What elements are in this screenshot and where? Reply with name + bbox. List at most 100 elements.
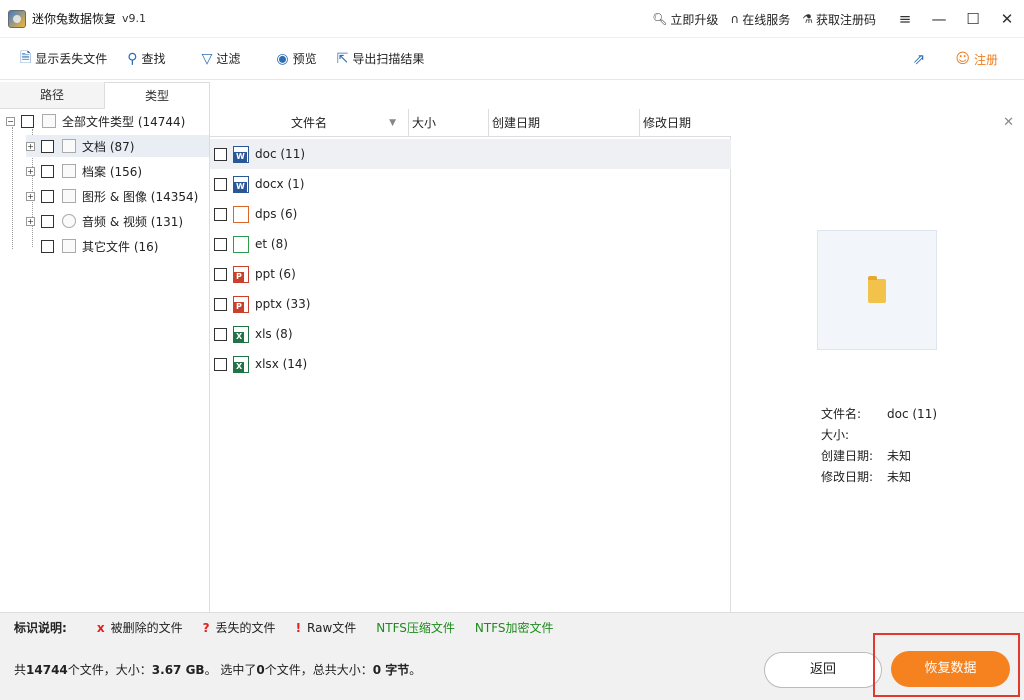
tree-item-images[interactable]: + 图形 & 图像 (14354): [26, 185, 198, 207]
table-row[interactable]: Xxls (8): [210, 319, 731, 349]
tree-item-media[interactable]: + 音频 & 视频 (131): [26, 210, 183, 232]
preview-thumbnail: [817, 230, 937, 350]
document-icon: 🗎: [20, 49, 32, 66]
status-size: 3.67 GB: [151, 663, 205, 677]
preview-panel: ✕ 文件名: doc (11) 大小: 创建日期: 未知 修改日期: 未知: [731, 109, 1024, 612]
column-name[interactable]: 文件名 ▼: [210, 109, 409, 137]
search-icon: ⚲: [127, 50, 138, 67]
tree-item-label: 文档 (87): [82, 139, 135, 154]
row-checkbox[interactable]: [214, 327, 227, 341]
register-button[interactable]: ☺ 注册: [955, 51, 998, 68]
table-row[interactable]: dps (6): [210, 199, 731, 229]
show-lost-files-button[interactable]: 🗎 显示丢失文件: [20, 47, 107, 71]
row-checkbox[interactable]: [214, 237, 227, 251]
minimize-button[interactable]: —: [922, 0, 956, 38]
folder-icon: [62, 239, 76, 253]
tab-type[interactable]: 类型: [105, 82, 210, 110]
filter-label: 过滤: [216, 52, 241, 66]
table-row[interactable]: Ppptx (33): [210, 289, 731, 319]
app-version: v9.1: [122, 12, 147, 25]
get-code-link[interactable]: ⚗ 获取注册码: [802, 11, 876, 28]
status-text: 共14744个文件，大小：3.67 GB。 选中了0个文件，总共大小：0 字节。: [14, 661, 421, 678]
column-created[interactable]: 创建日期: [489, 109, 640, 137]
collapse-icon[interactable]: −: [6, 116, 15, 126]
row-checkbox[interactable]: [214, 207, 227, 221]
column-size[interactable]: 大小: [409, 109, 489, 137]
hamburger-icon: ≡: [898, 10, 912, 28]
row-checkbox[interactable]: [214, 177, 227, 191]
filter-button[interactable]: ▽ 过滤: [202, 50, 241, 67]
status-suffix: 。: [409, 663, 422, 677]
view-tabs: 路径 类型: [0, 82, 210, 110]
computer-icon: [42, 114, 56, 128]
row-checkbox[interactable]: [214, 357, 227, 371]
file-list: 文件名 ▼ 大小 创建日期 修改日期 Wdoc (11) Wdocx (1) dps…: [210, 109, 731, 612]
table-row[interactable]: Pppt (6): [210, 259, 731, 289]
file-type-name: xlsx (14): [255, 357, 308, 371]
status-bar: 共14744个文件，大小：3.67 GB。 选中了0个文件，总共大小：0 字节。…: [0, 642, 1024, 700]
status-part3: 。 选中了: [204, 663, 257, 677]
expand-icon[interactable]: +: [26, 166, 35, 176]
back-button[interactable]: 返回: [764, 652, 882, 688]
tab-path[interactable]: 路径: [0, 82, 105, 108]
menu-button[interactable]: ≡: [888, 0, 922, 38]
column-modified[interactable]: 修改日期: [640, 109, 730, 137]
tree-item-documents[interactable]: + 文档 (87): [26, 135, 209, 157]
title-bar: 迷你兔数据恢复 v9.1 🔍︎ 立即升级 ∩ 在线服务 ⚗ 获取注册码 ≡ — …: [0, 0, 1024, 38]
maximize-button[interactable]: ☐: [956, 0, 990, 38]
export-results-button[interactable]: ⇱ 导出扫描结果: [337, 50, 425, 67]
table-row[interactable]: Wdocx (1): [210, 169, 731, 199]
file-type-name: docx (1): [255, 177, 305, 191]
media-checkbox[interactable]: [41, 214, 54, 228]
close-preview-icon[interactable]: ✕: [1003, 115, 1014, 130]
share-icon[interactable]: ⇗: [913, 50, 926, 68]
legend-item: NTFS加密文件: [475, 619, 554, 636]
table-row[interactable]: Xxlsx (14): [210, 349, 731, 379]
root-checkbox[interactable]: [21, 114, 34, 128]
detail-created-value: 未知: [887, 449, 912, 463]
detail-modified: 修改日期: 未知: [821, 468, 911, 485]
row-checkbox[interactable]: [214, 297, 227, 311]
find-button[interactable]: ⚲ 查找: [127, 50, 165, 67]
status-part2: 个文件，大小：: [67, 663, 152, 677]
status-selected: 0: [256, 663, 265, 677]
recover-data-button[interactable]: 恢复数据: [891, 651, 1010, 687]
export-icon: ⇱: [336, 50, 349, 67]
expand-icon[interactable]: +: [26, 191, 35, 201]
status-selected-size: 0 字节: [372, 663, 410, 677]
legend-label: 被删除的文件: [110, 621, 183, 635]
tree-item-other[interactable]: 其它文件 (16): [41, 235, 158, 257]
tree-root[interactable]: − 全部文件类型 (14744): [6, 110, 185, 132]
online-service-link[interactable]: ∩ 在线服务: [730, 11, 790, 28]
documents-checkbox[interactable]: [41, 139, 54, 153]
preview-button[interactable]: ◉ 预览: [276, 50, 316, 67]
get-code-label: 获取注册码: [815, 12, 876, 27]
table-row[interactable]: et (8): [210, 229, 731, 259]
expand-icon[interactable]: +: [26, 216, 35, 226]
file-type-name: pptx (33): [255, 297, 311, 311]
search-icon: 🔍︎: [652, 12, 668, 26]
eye-icon: ◉: [276, 50, 289, 67]
table-row[interactable]: Wdoc (11): [210, 139, 731, 169]
archives-checkbox[interactable]: [41, 164, 54, 178]
images-checkbox[interactable]: [41, 189, 54, 203]
row-checkbox[interactable]: [214, 267, 227, 281]
upgrade-link[interactable]: 🔍︎ 立即升级: [652, 11, 718, 28]
document-icon: [62, 139, 76, 153]
archive-icon: [62, 164, 76, 178]
other-checkbox[interactable]: [41, 239, 54, 253]
row-checkbox[interactable]: [214, 147, 227, 161]
expand-icon[interactable]: +: [26, 141, 35, 151]
legend-item: NTFS压缩文件: [376, 619, 455, 636]
tree-item-label: 图形 & 图像 (14354): [82, 189, 199, 204]
image-icon: [62, 189, 76, 203]
presentation-icon: [233, 205, 249, 223]
close-button[interactable]: ✕: [990, 0, 1024, 38]
app-logo-icon: [8, 9, 26, 28]
status-prefix: 共: [14, 663, 27, 677]
legend-label: 丢失的文件: [215, 621, 276, 635]
tree-item-archives[interactable]: + 档案 (156): [26, 160, 142, 182]
legend-mark: x: [96, 620, 105, 635]
legend-label: NTFS压缩文件: [376, 621, 455, 635]
legend-item: ! Raw文件: [296, 619, 357, 636]
